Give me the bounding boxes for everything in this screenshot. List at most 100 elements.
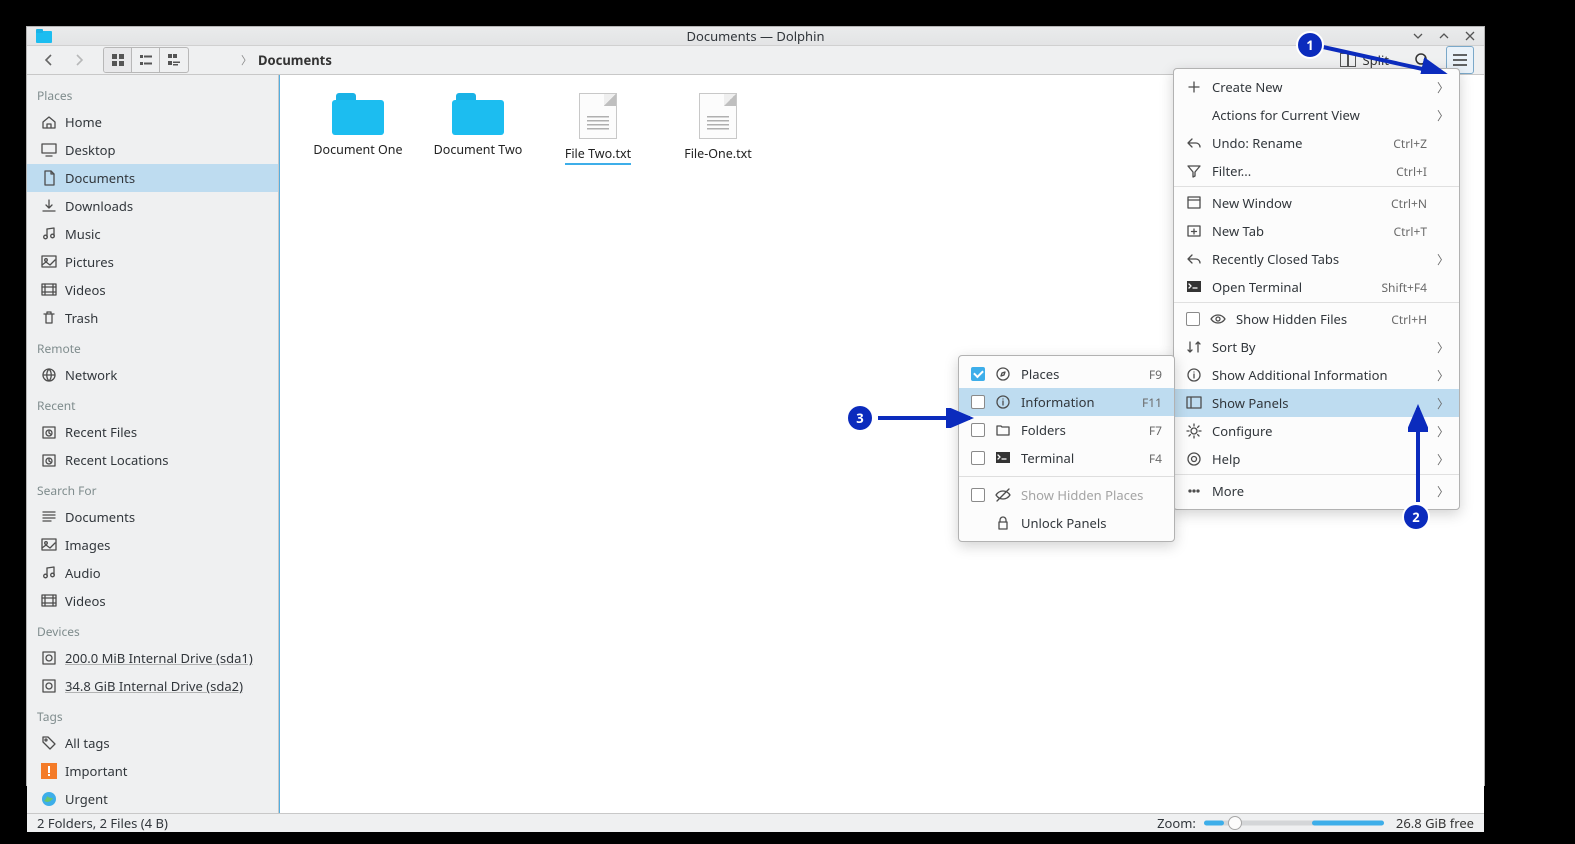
submenu-item-places[interactable]: PlacesF9 [959, 360, 1174, 388]
sidebar-item-desktop[interactable]: Desktop [27, 136, 278, 164]
menu-item-show-panels[interactable]: Show Panels〉 [1174, 389, 1459, 417]
sidebar-item-videos[interactable]: Videos [27, 587, 278, 615]
details-view-button[interactable] [160, 48, 188, 72]
eye-icon [1210, 311, 1226, 327]
sidebar-item-trash[interactable]: Trash [27, 304, 278, 332]
show-panels-submenu[interactable]: PlacesF9InformationF11FoldersF7TerminalF… [958, 355, 1175, 542]
picture-icon [41, 537, 57, 553]
checkbox[interactable] [971, 395, 985, 409]
sidebar-item-music[interactable]: Music [27, 220, 278, 248]
checkbox[interactable] [971, 488, 985, 502]
sidebar-item-label: Home [65, 113, 268, 131]
drive-icon [41, 650, 57, 666]
titlebar[interactable]: Documents — Dolphin [27, 27, 1484, 46]
sidebar-item-images[interactable]: Images [27, 531, 278, 559]
info-icon [1186, 367, 1202, 383]
file-item[interactable]: File-One.txt [664, 93, 772, 165]
sidebar-item-label: Music [65, 225, 268, 243]
sidebar-item-recent-locations[interactable]: Recent Locations [27, 446, 278, 474]
sidebar-item-home[interactable]: Home [27, 108, 278, 136]
sidebar-item-network[interactable]: Network [27, 361, 278, 389]
menu-item-sort-by[interactable]: Sort By〉 [1174, 333, 1459, 361]
places-panel[interactable]: PlacesHomeDesktopDocumentsDownloadsMusic… [27, 75, 279, 813]
search-icon [1414, 52, 1430, 68]
sidebar-item-videos[interactable]: Videos [27, 276, 278, 304]
forward-button[interactable] [67, 48, 91, 72]
menu-item-undo-rename[interactable]: Undo: RenameCtrl+Z [1174, 129, 1459, 157]
submenu-item-show-hidden-places: Show Hidden Places [959, 481, 1174, 509]
submenu-item-information[interactable]: InformationF11 [959, 388, 1174, 416]
close-icon[interactable] [1464, 30, 1476, 42]
chevron-right-icon: 〉 [1437, 251, 1447, 268]
recent-icon [41, 452, 57, 468]
checkbox[interactable] [971, 367, 985, 381]
checkbox[interactable] [1186, 312, 1200, 326]
submenu-item-folders[interactable]: FoldersF7 [959, 416, 1174, 444]
menu-item-new-window[interactable]: New WindowCtrl+N [1174, 189, 1459, 217]
sidebar-item-audio[interactable]: Audio [27, 559, 278, 587]
sidebar-item-downloads[interactable]: Downloads [27, 192, 278, 220]
sidebar-item-34-8-gib-internal-drive-sda2-[interactable]: 34.8 GiB Internal Drive (sda2) [27, 672, 278, 700]
menu-label: Sort By [1212, 338, 1427, 356]
hamburger-menu[interactable]: Create New〉Actions for Current View〉Undo… [1173, 68, 1460, 510]
sidebar-item-label: Trash [65, 309, 268, 327]
sidebar-item-important[interactable]: Important [27, 757, 278, 785]
submenu-item-unlock-panels[interactable]: Unlock Panels [959, 509, 1174, 537]
menu-item-show-additional-information[interactable]: Show Additional Information〉 [1174, 361, 1459, 389]
file-item[interactable]: Document One [304, 93, 412, 165]
menu-label: Create New [1212, 78, 1427, 96]
menu-item-show-hidden-files[interactable]: Show Hidden FilesCtrl+H [1174, 305, 1459, 333]
minimize-icon[interactable] [1412, 30, 1424, 42]
breadcrumb[interactable]: 〉 Documents [241, 51, 332, 69]
menu-item-more[interactable]: More 〉 [1174, 477, 1459, 505]
checkbox[interactable] [971, 423, 985, 437]
newwin-icon [1186, 195, 1202, 211]
menu-item-filter-[interactable]: Filter...Ctrl+I [1174, 157, 1459, 187]
icons-view-button[interactable] [104, 48, 132, 72]
file-name: Document One [313, 141, 402, 158]
lock-icon [995, 515, 1011, 531]
sidebar-item-label: Recent Files [65, 423, 268, 441]
sidebar-item-urgent[interactable]: Urgent [27, 785, 278, 813]
compact-view-button[interactable] [132, 48, 160, 72]
file-name: Document Two [434, 141, 523, 158]
compass-icon [995, 366, 1011, 382]
menu-item-recently-closed-tabs[interactable]: Recently Closed Tabs〉 [1174, 245, 1459, 273]
trash-icon [41, 310, 57, 326]
folder-icon [995, 422, 1011, 438]
chevron-right-icon: 〉 [1437, 483, 1447, 500]
breadcrumb-current[interactable]: Documents [258, 51, 332, 69]
menu-item-actions-for-current-view[interactable]: Actions for Current View〉 [1174, 101, 1459, 129]
menu-shortcut: Ctrl+Z [1393, 135, 1427, 152]
sidebar-item-all-tags[interactable]: All tags [27, 729, 278, 757]
checkbox[interactable] [971, 451, 985, 465]
sidebar-item-pictures[interactable]: Pictures [27, 248, 278, 276]
annotation-3: 3 [846, 404, 874, 432]
sidebar-item-recent-files[interactable]: Recent Files [27, 418, 278, 446]
folder-icon [452, 93, 504, 135]
sidebar-item-documents[interactable]: Documents [27, 164, 278, 192]
back-button[interactable] [37, 48, 61, 72]
file-item[interactable]: File Two.txt [544, 93, 652, 165]
sidebar-item-200-0-mib-internal-drive-sda1-[interactable]: 200.0 MiB Internal Drive (sda1) [27, 644, 278, 672]
gear-icon [1186, 423, 1202, 439]
menu-item-open-terminal[interactable]: Open TerminalShift+F4 [1174, 273, 1459, 303]
maximize-icon[interactable] [1438, 30, 1450, 42]
statusbar: 2 Folders, 2 Files (4 B) Zoom: 26.8 GiB … [27, 813, 1484, 832]
menu-item-create-new[interactable]: Create New〉 [1174, 73, 1459, 101]
chevron-right-icon: 〉 [241, 52, 252, 68]
split-label: Split [1362, 51, 1389, 69]
menu-label: More [1212, 482, 1427, 500]
text-file-icon [699, 93, 737, 139]
sidebar-item-documents[interactable]: Documents [27, 503, 278, 531]
panels-icon [1186, 395, 1202, 411]
terminal-icon [995, 450, 1011, 466]
sidebar-item-label: Desktop [65, 141, 268, 159]
menu-item-new-tab[interactable]: New TabCtrl+T [1174, 217, 1459, 245]
plus-icon [1186, 79, 1202, 95]
zoom-slider[interactable] [1204, 816, 1384, 830]
menu-item-help[interactable]: Help〉 [1174, 445, 1459, 475]
menu-item-configure[interactable]: Configure〉 [1174, 417, 1459, 445]
file-item[interactable]: Document Two [424, 93, 532, 165]
submenu-item-terminal[interactable]: TerminalF4 [959, 444, 1174, 472]
